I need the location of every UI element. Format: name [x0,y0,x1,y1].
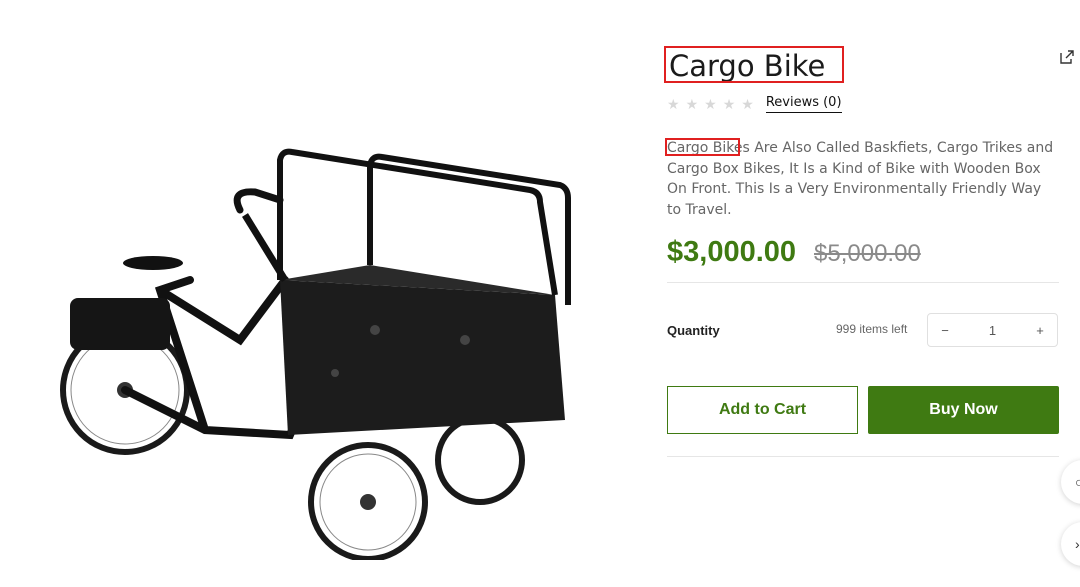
decrement-button[interactable]: − [928,323,962,338]
star-icon: ★ [704,95,717,112]
chevron-icon: › [1075,536,1080,552]
increment-button[interactable]: + [1023,323,1057,338]
buy-now-button[interactable]: Buy Now [868,386,1059,434]
star-icon: ★ [722,95,736,112]
original-price: $5,000.00 [814,240,921,267]
current-price: $3,000.00 [667,236,797,268]
stock-text: 999 items left [836,322,908,336]
title-highlight-box [664,46,844,83]
floating-scroll-button[interactable]: › [1061,522,1080,566]
quantity-stepper: − 1 + [927,313,1058,347]
star-icon: ★ [667,95,680,112]
add-to-cart-button[interactable]: Add to Cart [667,386,858,434]
rating-row: ★ ★ ★ ★ ★ Reviews (0) [667,95,842,113]
product-image [40,130,620,562]
description-highlight-box [665,138,740,156]
star-icon: ★ [685,95,699,112]
search-icon: ○ [1075,474,1080,490]
reviews-link[interactable]: Reviews (0) [765,95,842,113]
divider [667,282,1059,283]
quantity-value[interactable]: 1 [976,323,1010,338]
cargo-bike-illustration [60,148,571,562]
price-row: $3,000.00 $5,000.00 [667,236,921,269]
star-icon: ★ [741,95,754,112]
divider [667,456,1059,457]
quantity-label: Quantity [667,323,720,338]
share-icon[interactable] [1058,48,1076,66]
floating-search-button[interactable]: ○ [1061,460,1080,504]
